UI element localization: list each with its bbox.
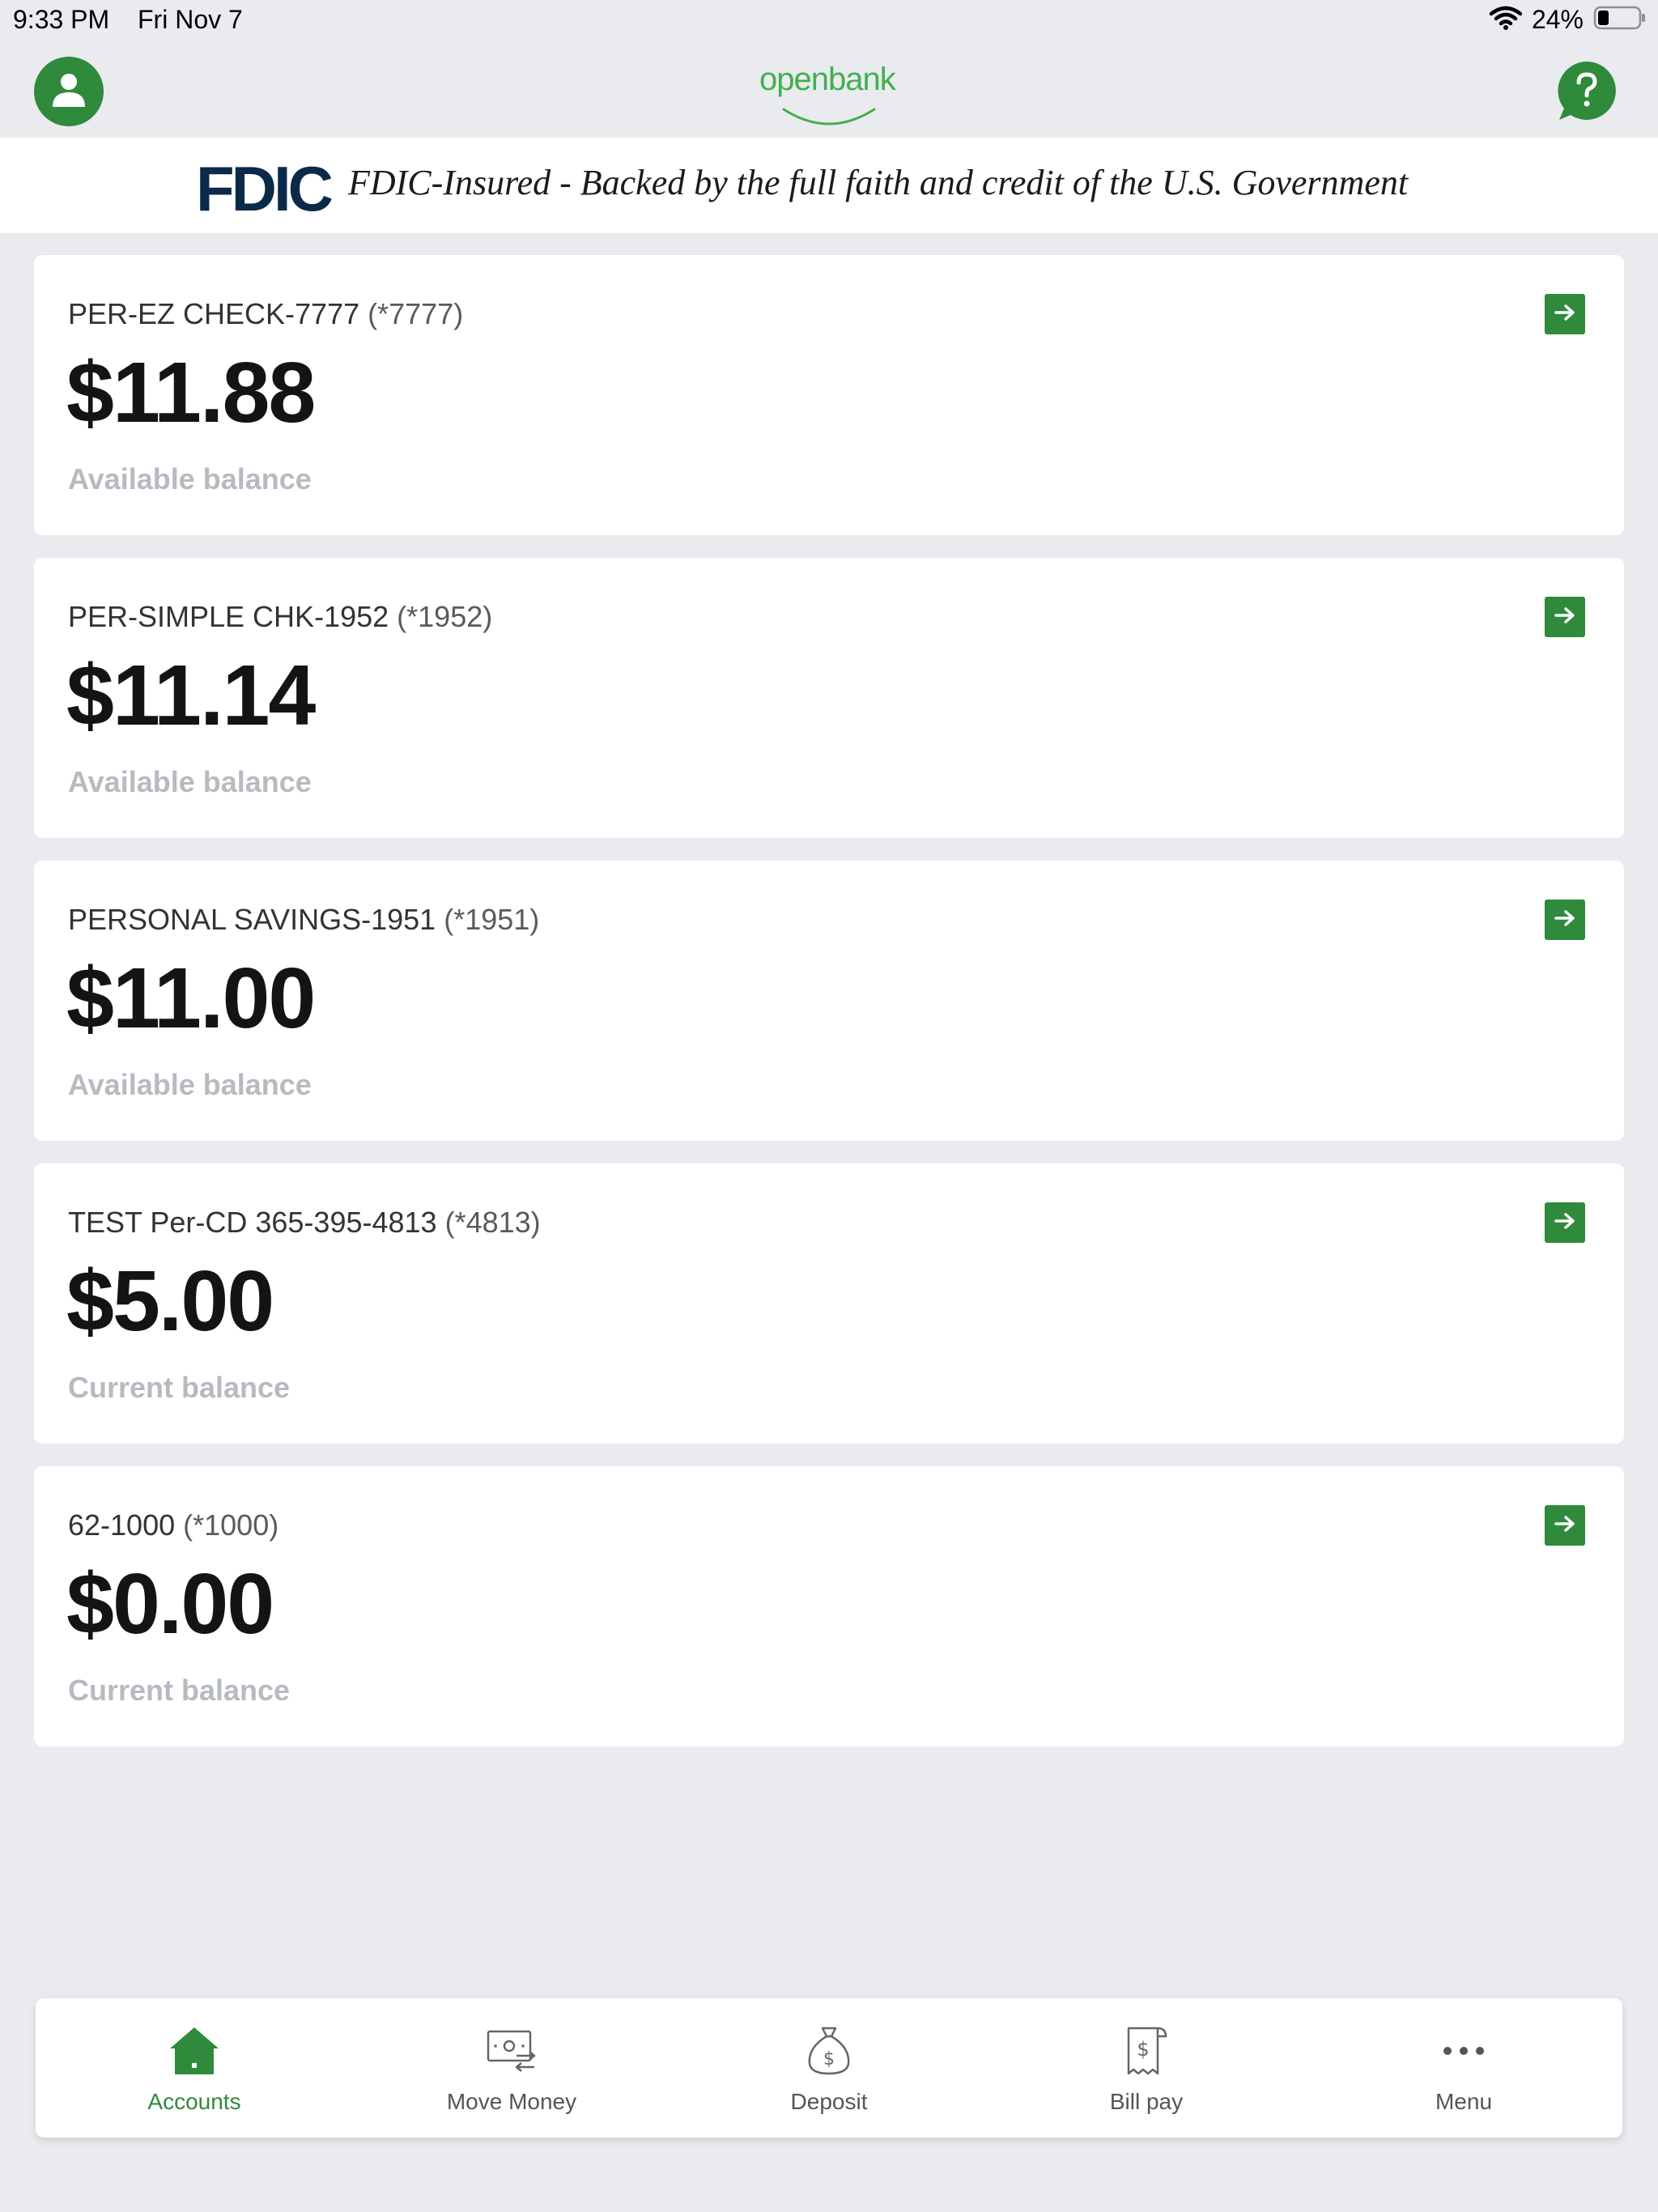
account-card[interactable]: TEST Per-CD 365-395-4813 (*4813) $5.00 C…: [34, 1163, 1624, 1444]
tab-label: Accounts: [147, 2089, 241, 2114]
tab-deposit[interactable]: $ Deposit: [670, 1998, 988, 2138]
account-name: 62-1000: [68, 1508, 176, 1542]
account-card[interactable]: PER-EZ CHECK-7777 (*7777) $11.88 Availab…: [34, 255, 1624, 535]
fdic-insured-text: FDIC-Insured - Backed by the full faith …: [348, 163, 1409, 202]
profile-button[interactable]: [34, 57, 104, 126]
transfer-icon: [486, 2023, 538, 2079]
arrow-right-icon: [1554, 304, 1576, 325]
account-name: TEST Per-CD 365-395-4813: [68, 1206, 437, 1239]
battery-icon: [1593, 5, 1647, 35]
help-chat-icon: [1554, 62, 1619, 126]
openbank-logo: open bank: [759, 62, 896, 125]
account-details-button[interactable]: [1545, 294, 1585, 334]
account-name: PERSONAL SAVINGS-1951: [68, 903, 436, 936]
account-title: PER-SIMPLE CHK-1952 (*1952): [68, 600, 492, 634]
status-time: 9:33 PM: [13, 5, 110, 34]
money-bag-icon: $: [805, 2023, 853, 2079]
account-balance: $11.00: [66, 951, 316, 1046]
account-title: TEST Per-CD 365-395-4813 (*4813): [68, 1206, 541, 1240]
more-icon: [1441, 2023, 1486, 2079]
app-header: open bank: [0, 42, 1658, 138]
account-mask: (*1952): [397, 600, 493, 633]
arrow-right-icon: [1554, 909, 1576, 931]
receipt-icon: $: [1122, 2023, 1171, 2079]
fdic-banner: FDIC FDIC-Insured - Backed by the full f…: [0, 138, 1658, 233]
status-bar: 9:33 PM Fri Nov 7 24%: [0, 0, 1658, 42]
svg-text:$: $: [823, 2049, 835, 2069]
account-mask: (*1000): [183, 1508, 279, 1542]
account-title: PER-EZ CHECK-7777 (*7777): [68, 297, 463, 331]
account-balance-label: Current balance: [68, 1674, 291, 1707]
account-balance: $11.88: [66, 345, 316, 440]
arrow-right-icon: [1554, 606, 1576, 628]
account-details-button[interactable]: [1545, 900, 1585, 940]
tab-menu[interactable]: Menu: [1305, 1998, 1622, 2138]
arrow-right-icon: [1554, 1515, 1576, 1537]
account-name: PER-SIMPLE CHK-1952: [68, 600, 389, 633]
tab-label: Bill pay: [1109, 2089, 1184, 2114]
account-details-button[interactable]: [1545, 1505, 1585, 1546]
account-balance-label: Available balance: [68, 462, 312, 496]
account-balance-label: Available balance: [68, 1068, 312, 1101]
user-icon: [49, 70, 89, 114]
logo-bank-text: bank: [827, 62, 896, 97]
tab-label: Deposit: [790, 2089, 868, 2114]
tab-move-money[interactable]: Move Money: [353, 1998, 670, 2138]
tab-label: Menu: [1435, 2089, 1493, 2114]
account-mask: (*1951): [444, 903, 540, 936]
account-title: 62-1000 (*1000): [68, 1508, 278, 1542]
arrow-right-icon: [1554, 1212, 1576, 1234]
account-mask: (*7777): [368, 297, 464, 330]
account-details-button[interactable]: [1545, 1202, 1585, 1243]
account-card[interactable]: PER-SIMPLE CHK-1952 (*1952) $11.14 Avail…: [34, 558, 1624, 838]
status-date: Fri Nov 7: [138, 5, 243, 34]
logo-swoosh-icon: [780, 97, 878, 134]
tab-accounts[interactable]: Accounts: [36, 1998, 353, 2138]
account-card[interactable]: 62-1000 (*1000) $0.00 Current balance: [34, 1466, 1624, 1746]
fdic-logo: FDIC: [196, 153, 334, 224]
account-card[interactable]: PERSONAL SAVINGS-1951 (*1951) $11.00 Ava…: [34, 861, 1624, 1141]
help-button[interactable]: [1554, 58, 1619, 123]
account-balance-label: Available balance: [68, 765, 312, 798]
account-balance-label: Current balance: [68, 1371, 291, 1404]
logo-open-text: open: [759, 62, 829, 97]
account-mask: (*4813): [444, 1206, 541, 1239]
account-details-button[interactable]: [1545, 597, 1585, 637]
home-icon: [168, 2023, 220, 2079]
svg-text:$: $: [1137, 2038, 1149, 2061]
wifi-icon: [1489, 6, 1523, 34]
account-balance: $5.00: [66, 1253, 274, 1349]
tab-bill-pay[interactable]: $ Bill pay: [988, 1998, 1305, 2138]
battery-percent: 24%: [1531, 5, 1584, 34]
account-title: PERSONAL SAVINGS-1951 (*1951): [68, 903, 539, 937]
account-balance: $11.14: [66, 648, 316, 743]
account-name: PER-EZ CHECK-7777: [68, 297, 360, 330]
bottom-tab-bar: Accounts Move Money $ Deposit $ Bill pay…: [36, 1998, 1622, 2138]
tab-label: Move Money: [446, 2089, 577, 2114]
status-right: 24%: [1489, 5, 1647, 35]
account-balance: $0.00: [66, 1556, 274, 1652]
